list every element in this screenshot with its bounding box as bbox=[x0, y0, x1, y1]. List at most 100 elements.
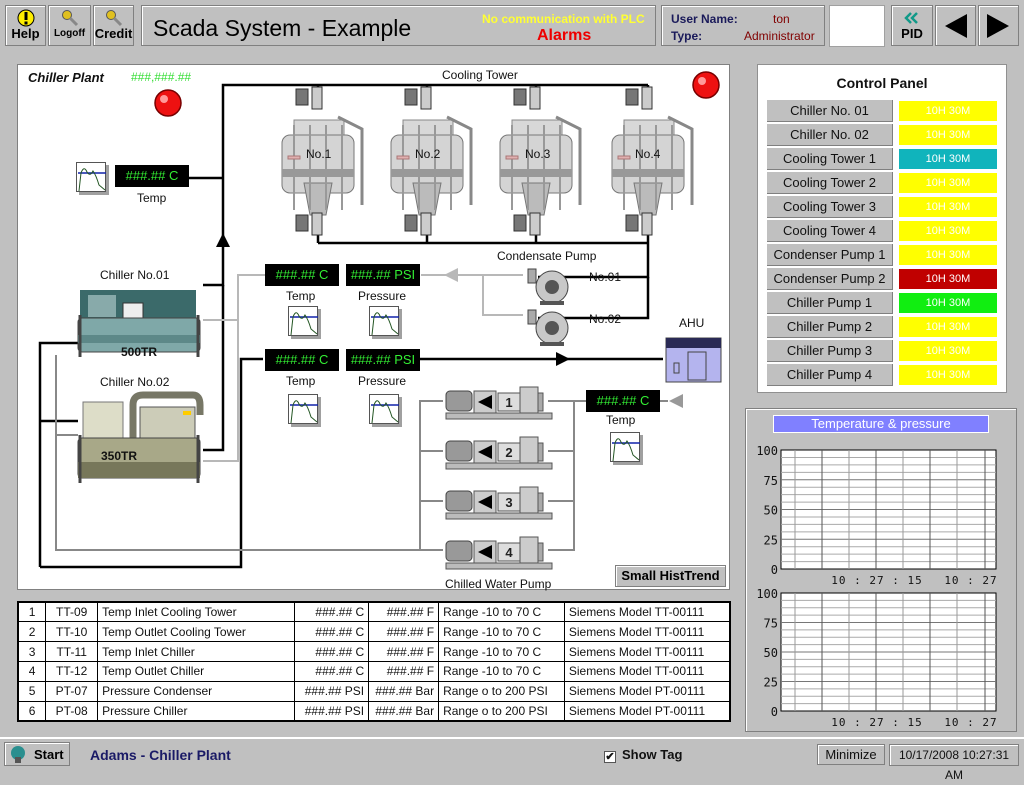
chiller-2-icon bbox=[77, 391, 204, 483]
cell-range: Range -10 to 70 C bbox=[438, 621, 565, 643]
return-temp-display[interactable]: ###.## C bbox=[586, 390, 660, 412]
help-alert-icon bbox=[6, 9, 45, 27]
cooling-tower-3-icon bbox=[499, 86, 582, 236]
equipment-button[interactable]: Cooling Tower 4 bbox=[767, 220, 893, 242]
pump-number: 3 bbox=[505, 495, 512, 510]
cell-no: 5 bbox=[17, 680, 47, 702]
cell-tag: TT-10 bbox=[45, 621, 99, 643]
cell-no: 1 bbox=[17, 601, 47, 623]
tower-temp-display[interactable]: ###.## C bbox=[115, 165, 189, 187]
cell-tag: PT-08 bbox=[45, 700, 99, 722]
start-label: Start bbox=[34, 747, 64, 762]
triangle-right-icon bbox=[987, 14, 1009, 38]
small-histtrend-button[interactable]: Small HistTrend bbox=[615, 565, 726, 587]
y-tick-label: 100 bbox=[756, 444, 778, 458]
cell-range: Range -10 to 70 C bbox=[438, 641, 565, 662]
cell-desc: Temp Inlet Cooling Tower bbox=[97, 601, 296, 623]
start-logo-icon bbox=[11, 746, 25, 763]
alarms-link[interactable]: Alarms bbox=[537, 27, 591, 45]
cell-range: Range o to 200 PSI bbox=[438, 700, 565, 722]
equipment-button[interactable]: Chiller Pump 4 bbox=[767, 364, 893, 386]
cell-val2: ###.## F bbox=[368, 660, 440, 682]
control-panel-title: Control Panel bbox=[836, 75, 928, 91]
chiller-2-name: Chiller No.02 bbox=[100, 375, 170, 389]
trend-chart-icon[interactable] bbox=[369, 306, 399, 336]
flow-arrow-left-return bbox=[669, 394, 683, 408]
equipment-button[interactable]: Chiller No. 02 bbox=[767, 124, 893, 146]
equipment-button[interactable]: Chiller Pump 2 bbox=[767, 316, 893, 338]
condenser-temp-display[interactable]: ###.## C bbox=[265, 264, 339, 286]
condenser-pressure-display[interactable]: ###.## PSI bbox=[346, 264, 420, 286]
trend-chart-icon-graphic bbox=[78, 168, 106, 192]
equipment-button[interactable]: Cooling Tower 1 bbox=[767, 148, 893, 170]
equipment-button[interactable]: Chiller Pump 1 bbox=[767, 292, 893, 314]
x-tick-label: 10 : 27 bbox=[944, 716, 997, 729]
runtime-indicator: 10H 30M bbox=[899, 365, 997, 385]
cell-val1: ###.## C bbox=[294, 641, 370, 662]
cell-desc: Temp Inlet Chiller bbox=[97, 641, 296, 662]
triangle-left-icon bbox=[945, 14, 967, 38]
trend-panel: Temperature & pressure 100 75 50 25 0 10 : 27… bbox=[745, 408, 1017, 732]
show-tag-checkbox[interactable]: ✔ Show Tag bbox=[604, 747, 682, 763]
tower-2-label: No.2 bbox=[415, 147, 441, 161]
trend-chart-icon[interactable] bbox=[288, 394, 318, 424]
control-panel-row: Chiller No. 02 10H 30M bbox=[767, 124, 997, 146]
key-icon bbox=[94, 9, 133, 27]
table-row[interactable]: 5 PT-07 Pressure Condenser ###.## PSI ###.##… bbox=[17, 680, 731, 702]
chiller-2-capacity: 350TR bbox=[101, 449, 138, 463]
trend-chart-icon[interactable] bbox=[76, 162, 106, 192]
title-bar: Scada System - Example No communication … bbox=[141, 5, 656, 46]
x-tick-label: 10 : 27 : 15 bbox=[831, 574, 922, 587]
help-button[interactable]: Help bbox=[5, 5, 46, 46]
runtime-indicator: 10H 30M bbox=[899, 149, 997, 169]
tower-temp-label: Temp bbox=[137, 191, 167, 205]
pid-button[interactable]: PID bbox=[891, 5, 933, 46]
table-row[interactable]: 3 TT-11 Temp Inlet Chiller ###.## C ###.## F… bbox=[17, 641, 731, 662]
cell-no: 2 bbox=[17, 621, 47, 643]
cell-desc: Pressure Condenser bbox=[97, 680, 296, 702]
start-button[interactable]: Start bbox=[4, 742, 70, 766]
cell-range: Range o to 200 PSI bbox=[438, 680, 565, 702]
trend-chart-icon[interactable] bbox=[610, 432, 640, 462]
runtime-indicator: 10H 30M bbox=[899, 317, 997, 337]
cooling-tower-4-icon bbox=[611, 86, 694, 236]
chilled-pressure-display[interactable]: ###.## PSI bbox=[346, 349, 420, 371]
cell-tag: TT-12 bbox=[45, 660, 99, 682]
chilled-temp-display[interactable]: ###.## C bbox=[265, 349, 339, 371]
app-title: Scada System - Example bbox=[153, 15, 412, 41]
prev-page-button[interactable] bbox=[935, 5, 976, 46]
control-panel-row: Condenser Pump 1 10H 30M bbox=[767, 244, 997, 266]
tower-4-label: No.4 bbox=[635, 147, 661, 161]
trend-chart-icon[interactable] bbox=[369, 394, 399, 424]
y-tick-label: 0 bbox=[771, 563, 778, 577]
y-tick-label: 25 bbox=[764, 676, 778, 690]
plant-name-label: Adams - Chiller Plant bbox=[90, 747, 231, 763]
trend-chart-icon-graphic bbox=[371, 312, 399, 336]
plant-title: Chiller Plant bbox=[28, 70, 104, 85]
key-icon bbox=[49, 9, 90, 27]
table-row[interactable]: 1 TT-09 Temp Inlet Cooling Tower ###.## C ##… bbox=[17, 601, 731, 623]
trend-chart-icon[interactable] bbox=[288, 306, 318, 336]
equipment-button[interactable]: Condenser Pump 2 bbox=[767, 268, 893, 290]
table-row[interactable]: 4 TT-12 Temp Outlet Chiller ###.## C ###.## … bbox=[17, 660, 731, 682]
next-page-button[interactable] bbox=[978, 5, 1019, 46]
credit-button[interactable]: Credit bbox=[93, 5, 134, 46]
equipment-button[interactable]: Cooling Tower 2 bbox=[767, 172, 893, 194]
cell-range: Range -10 to 70 C bbox=[438, 660, 565, 682]
logoff-button[interactable]: Logoff bbox=[48, 5, 91, 46]
equipment-button[interactable]: Cooling Tower 3 bbox=[767, 196, 893, 218]
cell-no: 4 bbox=[17, 660, 47, 682]
return-temp-label: Temp bbox=[606, 413, 636, 427]
cell-tag: TT-09 bbox=[45, 601, 99, 623]
table-row[interactable]: 6 PT-08 Pressure Chiller ###.## PSI ###.## B… bbox=[17, 700, 731, 722]
table-row[interactable]: 2 TT-10 Temp Outlet Cooling Tower ###.## C #… bbox=[17, 621, 731, 643]
condensate-pump-1-label: No.01 bbox=[589, 270, 622, 284]
blank-panel bbox=[829, 5, 885, 47]
minimize-button[interactable]: Minimize bbox=[817, 744, 885, 765]
condenser-pressure-label: Pressure bbox=[358, 289, 407, 303]
user-name-label: User Name: bbox=[671, 12, 738, 26]
equipment-button[interactable]: Condenser Pump 1 bbox=[767, 244, 893, 266]
equipment-button[interactable]: Chiller Pump 3 bbox=[767, 340, 893, 362]
checkbox-icon[interactable]: ✔ bbox=[604, 751, 616, 763]
equipment-button[interactable]: Chiller No. 01 bbox=[767, 100, 893, 122]
